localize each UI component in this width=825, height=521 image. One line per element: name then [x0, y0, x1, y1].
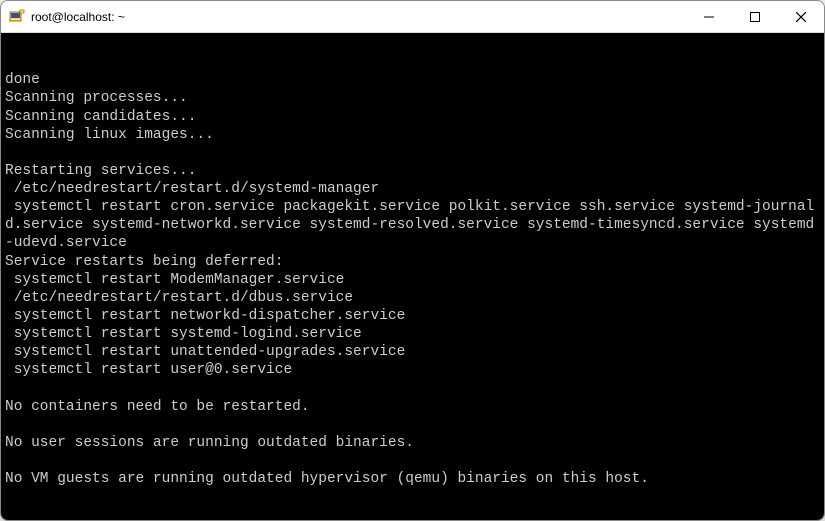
titlebar[interactable]: root@localhost: ~: [1, 1, 824, 33]
terminal-line: systemctl restart ModemManager.service: [5, 271, 820, 289]
terminal-line: [5, 416, 820, 434]
terminal-line: [5, 144, 820, 162]
terminal-line: done: [5, 71, 820, 89]
putty-icon: [9, 9, 25, 25]
terminal-line: Scanning processes...: [5, 89, 820, 107]
terminal-line: systemctl restart cron.service packageki…: [5, 198, 820, 252]
terminal-line: systemctl restart user@0.service: [5, 361, 820, 379]
terminal-line: /etc/needrestart/restart.d/systemd-manag…: [5, 180, 820, 198]
terminal-line: Scanning candidates...: [5, 108, 820, 126]
terminal-line: systemctl restart systemd-logind.service: [5, 325, 820, 343]
window-controls: [686, 1, 824, 32]
terminal-line: Restarting services...: [5, 162, 820, 180]
terminal-line: Scanning linux images...: [5, 126, 820, 144]
terminal-line: No user sessions are running outdated bi…: [5, 434, 820, 452]
maximize-button[interactable]: [732, 1, 778, 32]
terminal-line: No containers need to be restarted.: [5, 398, 820, 416]
terminal-line: systemctl restart unattended-upgrades.se…: [5, 343, 820, 361]
terminal-window: root@localhost: ~ doneScanning processes…: [0, 0, 825, 521]
terminal-line: /etc/needrestart/restart.d/dbus.service: [5, 289, 820, 307]
minimize-button[interactable]: [686, 1, 732, 32]
close-button[interactable]: [778, 1, 824, 32]
terminal-line: systemctl restart networkd-dispatcher.se…: [5, 307, 820, 325]
terminal-line: Service restarts being deferred:: [5, 253, 820, 271]
terminal-line: [5, 452, 820, 470]
terminal-line: No VM guests are running outdated hyperv…: [5, 470, 820, 488]
terminal-line: [5, 379, 820, 397]
terminal-output: doneScanning processes...Scanning candid…: [5, 71, 820, 488]
terminal-viewport[interactable]: doneScanning processes...Scanning candid…: [1, 33, 824, 520]
window-title: root@localhost: ~: [31, 10, 686, 24]
